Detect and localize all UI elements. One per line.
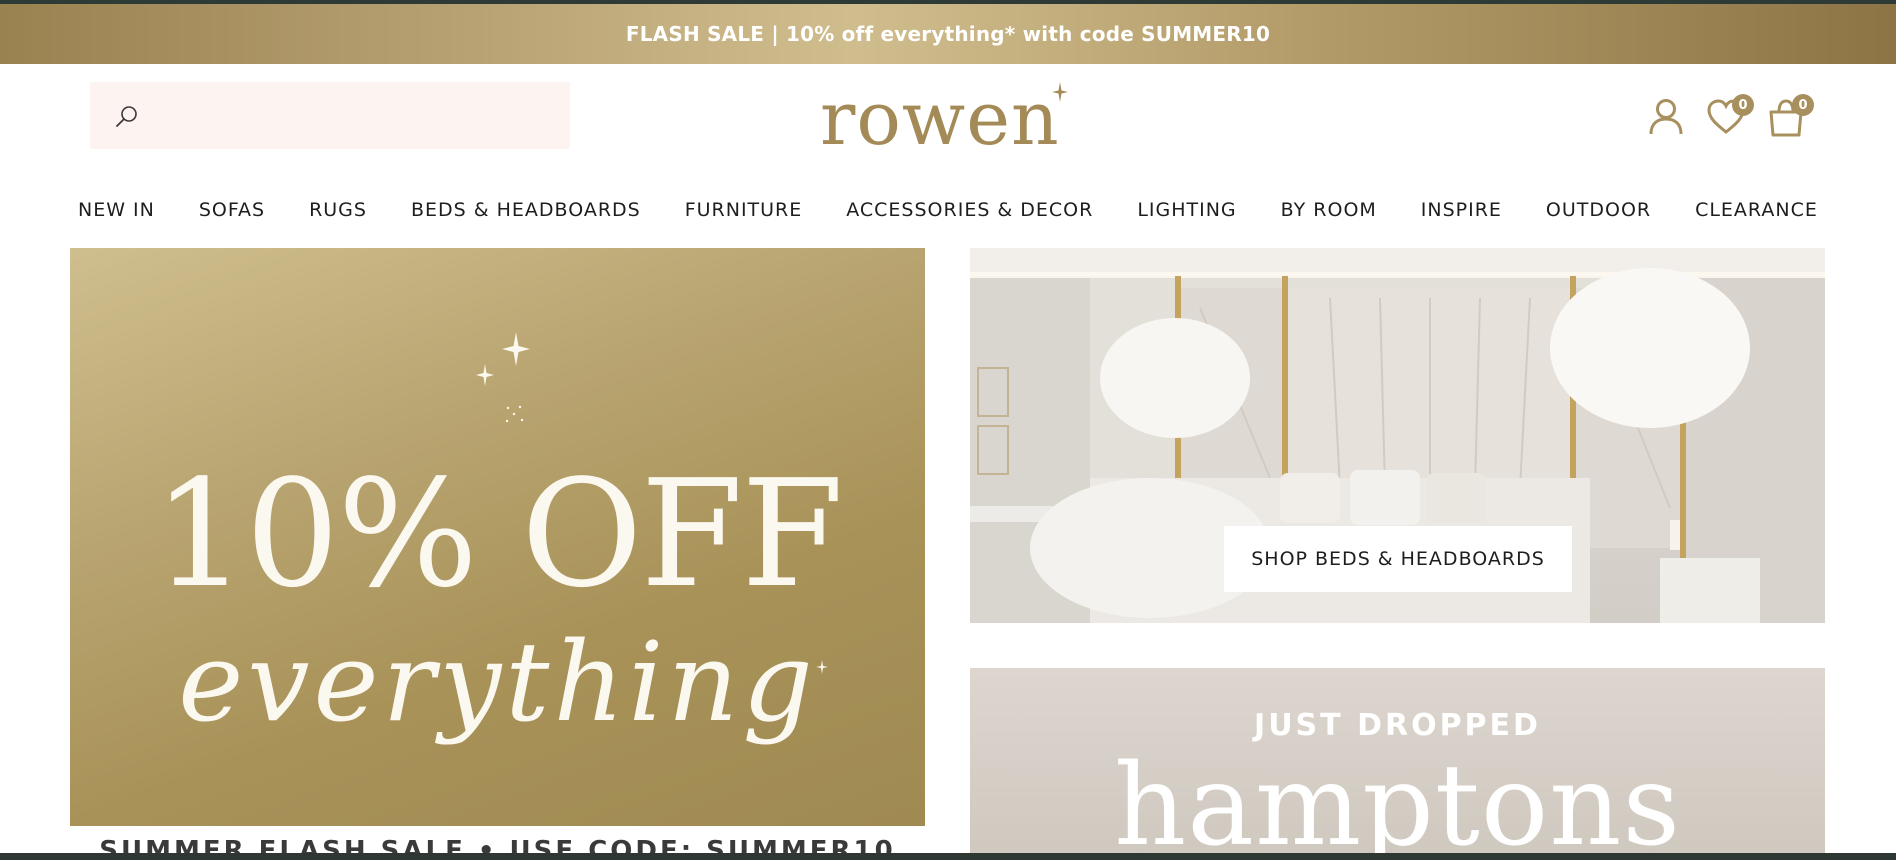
main-nav: NEW IN SOFAS RUGS BEDS & HEADBOARDS FURN…: [58, 192, 1838, 228]
sparkle-icon: [476, 364, 494, 386]
sparkle-icon: [816, 660, 828, 674]
search-icon: [116, 106, 137, 127]
sparkle-icon: [1052, 82, 1068, 102]
nav-item-accessories-decor[interactable]: ACCESSORIES & DECOR: [826, 199, 1113, 221]
nav-item-lighting[interactable]: LIGHTING: [1117, 199, 1256, 221]
nav-item-new-in[interactable]: NEW IN: [58, 199, 175, 221]
hero-script-text: everything: [178, 618, 817, 746]
logo-text: rowen: [820, 76, 1060, 162]
just-dropped-label: JUST DROPPED: [1254, 708, 1541, 743]
hamptons-title: hamptons: [1114, 741, 1681, 860]
nav-item-rugs[interactable]: RUGS: [289, 199, 387, 221]
shop-beds-headboards-button[interactable]: SHOP BEDS & HEADBOARDS: [1224, 526, 1572, 592]
hero-sale-banner[interactable]: 10% OFF everything: [70, 248, 925, 826]
brand-logo[interactable]: rowen: [810, 78, 1080, 158]
wishlist-count-badge: 0: [1732, 94, 1754, 116]
announcement-bar[interactable]: FLASH SALE | 10% off everything* with co…: [0, 4, 1896, 64]
nav-item-furniture[interactable]: FURNITURE: [665, 199, 823, 221]
nav-item-inspire[interactable]: INSPIRE: [1401, 199, 1522, 221]
search-input[interactable]: [150, 82, 554, 151]
bottom-bar: [0, 853, 1896, 860]
nav-item-by-room[interactable]: BY ROOM: [1261, 199, 1397, 221]
shopping-bag-button[interactable]: 0: [1766, 94, 1814, 140]
search-box[interactable]: [90, 82, 570, 151]
sparkle-icon: [502, 332, 530, 366]
nav-item-clearance[interactable]: CLEARANCE: [1675, 199, 1838, 221]
nav-item-beds-headboards[interactable]: BEDS & HEADBOARDS: [391, 199, 661, 221]
sparkle-dots-icon: [505, 405, 524, 423]
nav-item-sofas[interactable]: SOFAS: [179, 199, 285, 221]
announcement-text: FLASH SALE | 10% off everything* with co…: [625, 22, 1271, 46]
bag-count-badge: 0: [1792, 94, 1814, 116]
beds-promo-panel[interactable]: SHOP BEDS & HEADBOARDS: [970, 248, 1825, 623]
nav-item-outdoor[interactable]: OUTDOOR: [1526, 199, 1671, 221]
hamptons-promo-panel[interactable]: JUST DROPPED hamptons: [970, 668, 1825, 860]
hero-headline: 10% OFF: [153, 448, 844, 620]
account-icon[interactable]: [1646, 96, 1686, 136]
wishlist-button[interactable]: 0: [1706, 94, 1754, 136]
